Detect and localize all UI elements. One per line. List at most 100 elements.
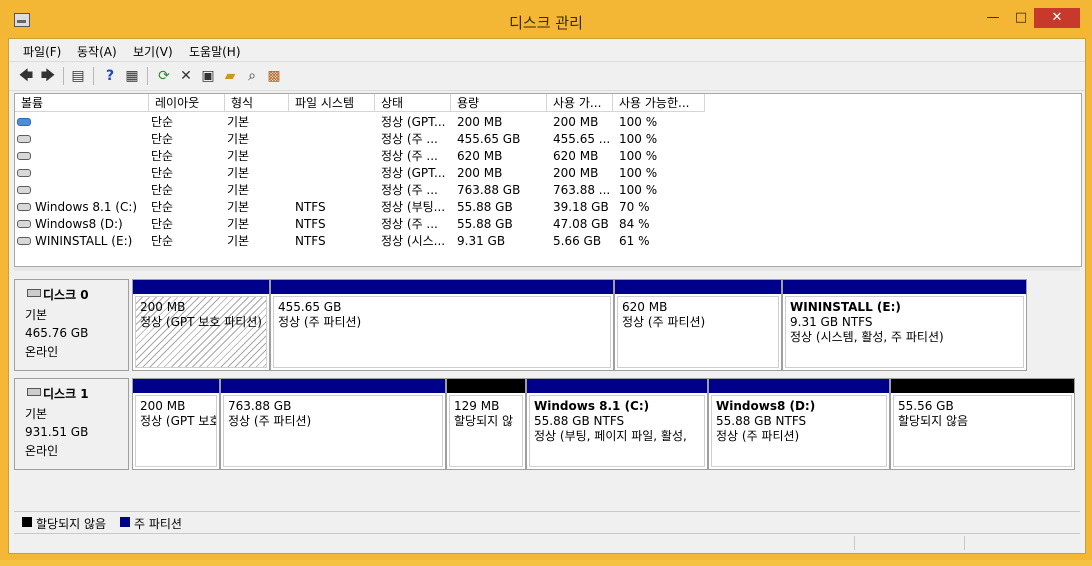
volume-row[interactable]: Windows 8.1 (C:) 단순 기본 NTFS 정상 (부팅... 55.88 G…	[15, 199, 1081, 216]
volume-row[interactable]: 단순 기본 정상 (GPT... 200 MB 200 MB 100 %	[15, 165, 1081, 182]
delete-icon[interactable]: ✕	[177, 67, 195, 85]
help-topics-icon[interactable]: ▩	[265, 67, 283, 85]
legend-label-primary: 주 파티션	[134, 517, 182, 531]
column-header-layout[interactable]: 레이아웃	[149, 94, 225, 112]
volume-status: 정상 (주 ...	[381, 183, 438, 197]
partition-label: Windows8 (D:)	[716, 399, 816, 413]
open-icon[interactable]: ▰	[221, 67, 239, 85]
volume-row[interactable]: 단순 기본 정상 (주 ... 763.88 GB 763.88 ... 100 %	[15, 182, 1081, 199]
partition-status: 정상 (주 파티션)	[278, 315, 362, 329]
partition-info: 55.56 GB 할당되지 않음	[893, 395, 1072, 467]
partition-info: Windows8 (D:) 55.88 GB NTFS 정상 (주 파티션)	[711, 395, 887, 467]
menu-view[interactable]: 보기(V)	[133, 43, 173, 60]
forward-icon[interactable]: 🡆	[39, 67, 57, 85]
toolbar-separator	[93, 67, 94, 85]
volume-status: 정상 (주 ...	[381, 149, 438, 163]
partition-block[interactable]: 55.56 GB 할당되지 않음	[890, 378, 1075, 470]
properties-icon[interactable]: ▣	[199, 67, 217, 85]
partition-status: 정상 (주 파티션)	[716, 429, 800, 443]
column-header-percent-free[interactable]: 사용 가능한...	[613, 94, 705, 112]
volume-percent-free: 100 %	[619, 149, 658, 163]
partition-status: 할당되지 않음	[898, 414, 969, 428]
close-button[interactable]: ✕	[1034, 8, 1080, 28]
partition-block[interactable]: 129 MB 할당되지 않	[446, 378, 526, 470]
partition-info: 763.88 GB 정상 (주 파티션)	[223, 395, 443, 467]
partition-size: 55.88 GB NTFS	[534, 414, 625, 428]
partition-size: 200 MB	[140, 399, 186, 413]
refresh-icon[interactable]: ⟳	[155, 67, 173, 85]
volume-type: 기본	[227, 234, 250, 248]
console-tree-icon[interactable]: ▤	[69, 67, 87, 85]
disk-label-0[interactable]: 디스크 0 기본 465.76 GB 온라인	[14, 279, 129, 371]
volume-percent-free: 84 %	[619, 217, 650, 231]
partition-block[interactable]: 455.65 GB 정상 (주 파티션)	[270, 279, 614, 371]
client-area: 파일(F) 동작(A) 보기(V) 도움말(H) 🡄 🡆 ▤ ? ▦ ⟳ ✕ ▣…	[8, 38, 1086, 554]
disk-state: 온라인	[25, 345, 59, 359]
volume-capacity: 9.31 GB	[457, 234, 506, 248]
legend-label-unallocated: 할당되지 않음	[36, 517, 107, 531]
partition-status: 정상 (주 파티션)	[622, 315, 706, 329]
menu-action[interactable]: 동작(A)	[77, 43, 117, 60]
volume-percent-free: 61 %	[619, 234, 650, 248]
toolbar-separator	[63, 67, 64, 85]
legend-swatch-unallocated	[22, 517, 32, 527]
volume-capacity: 620 MB	[457, 149, 503, 163]
volume-type: 기본	[227, 183, 250, 197]
volume-free-space: 200 MB	[553, 115, 599, 129]
column-header-capacity[interactable]: 용량	[451, 94, 547, 112]
help-icon[interactable]: ?	[101, 67, 119, 85]
partition-block[interactable]: Windows8 (D:) 55.88 GB NTFS 정상 (주 파티션)	[708, 378, 890, 470]
volume-layout: 단순	[151, 132, 174, 146]
partition-block[interactable]: 620 MB 정상 (주 파티션)	[614, 279, 782, 371]
partition-type-bar	[271, 280, 613, 294]
volume-row[interactable]: 단순 기본 정상 (GPT... 200 MB 200 MB 100 %	[15, 114, 1081, 131]
maximize-button[interactable]: □	[1010, 8, 1032, 28]
volume-layout: 단순	[151, 115, 174, 129]
volume-status: 정상 (GPT...	[381, 115, 446, 129]
volume-capacity: 55.88 GB	[457, 200, 513, 214]
volume-status: 정상 (시스...	[381, 234, 446, 248]
back-icon[interactable]: 🡄	[17, 67, 35, 85]
volume-layout: 단순	[151, 149, 174, 163]
partition-size: 129 MB	[454, 399, 500, 413]
disk-label-1[interactable]: 디스크 1 기본 931.51 GB 온라인	[14, 378, 129, 470]
partition-block[interactable]: Windows 8.1 (C:) 55.88 GB NTFS 정상 (부팅, 페이지…	[526, 378, 708, 470]
properties-pane-icon[interactable]: ▦	[123, 67, 141, 85]
partition-block[interactable]: WININSTALL (E:) 9.31 GB NTFS 정상 (시스템, 활성, …	[782, 279, 1027, 371]
partition-type-bar	[133, 379, 219, 393]
column-header-filesystem[interactable]: 파일 시스템	[289, 94, 375, 112]
explore-icon[interactable]: ⌕	[243, 67, 261, 85]
disk-size: 465.76 GB	[25, 326, 89, 340]
partition-block[interactable]: 200 MB 정상 (GPT 보호	[132, 378, 220, 470]
menu-file[interactable]: 파일(F)	[23, 43, 61, 60]
volume-capacity: 763.88 GB	[457, 183, 521, 197]
volume-row[interactable]: 단순 기본 정상 (주 ... 620 MB 620 MB 100 %	[15, 148, 1081, 165]
status-bar	[14, 533, 1080, 552]
partition-label: Windows 8.1 (C:)	[534, 399, 650, 413]
column-header-free-space[interactable]: 사용 가...	[547, 94, 613, 112]
partition-size: 455.65 GB	[278, 300, 342, 314]
column-header-volume[interactable]: 볼륨	[15, 94, 149, 112]
volume-status: 정상 (주 ...	[381, 217, 438, 231]
title-bar[interactable]: 디스크 관리 — □ ✕	[0, 0, 1092, 38]
column-header-status[interactable]: 상태	[375, 94, 451, 112]
volume-capacity: 200 MB	[457, 166, 503, 180]
menu-help[interactable]: 도움말(H)	[189, 43, 241, 60]
volume-row[interactable]: WININSTALL (E:) 단순 기본 NTFS 정상 (시스... 9.31 GB 5…	[15, 233, 1081, 250]
volume-row[interactable]: 단순 기본 정상 (주 ... 455.65 GB 455.65 ... 100 %	[15, 131, 1081, 148]
partition-status: 정상 (GPT 보호 파티션)	[140, 315, 262, 329]
volume-list: 볼륨 레이아웃 형식 파일 시스템 상태 용량 사용 가... 사용 가능한..…	[14, 93, 1082, 267]
partition-size: 55.88 GB NTFS	[716, 414, 807, 428]
column-header-type[interactable]: 형식	[225, 94, 289, 112]
volume-layout: 단순	[151, 166, 174, 180]
volume-percent-free: 100 %	[619, 132, 658, 146]
partition-block[interactable]: 200 MB 정상 (GPT 보호 파티션)	[132, 279, 270, 371]
volume-row[interactable]: Windows8 (D:) 단순 기본 NTFS 정상 (주 ... 55.88 GB 47…	[15, 216, 1081, 233]
disk-type: 기본	[25, 407, 48, 421]
disk-name: 디스크 0	[43, 288, 89, 302]
minimize-button[interactable]: —	[982, 8, 1004, 28]
partition-status: 정상 (부팅, 페이지 파일, 활성,	[534, 429, 687, 443]
partition-block[interactable]: 763.88 GB 정상 (주 파티션)	[220, 378, 446, 470]
volume-percent-free: 100 %	[619, 166, 658, 180]
menu-bar: 파일(F) 동작(A) 보기(V) 도움말(H)	[9, 39, 1085, 61]
